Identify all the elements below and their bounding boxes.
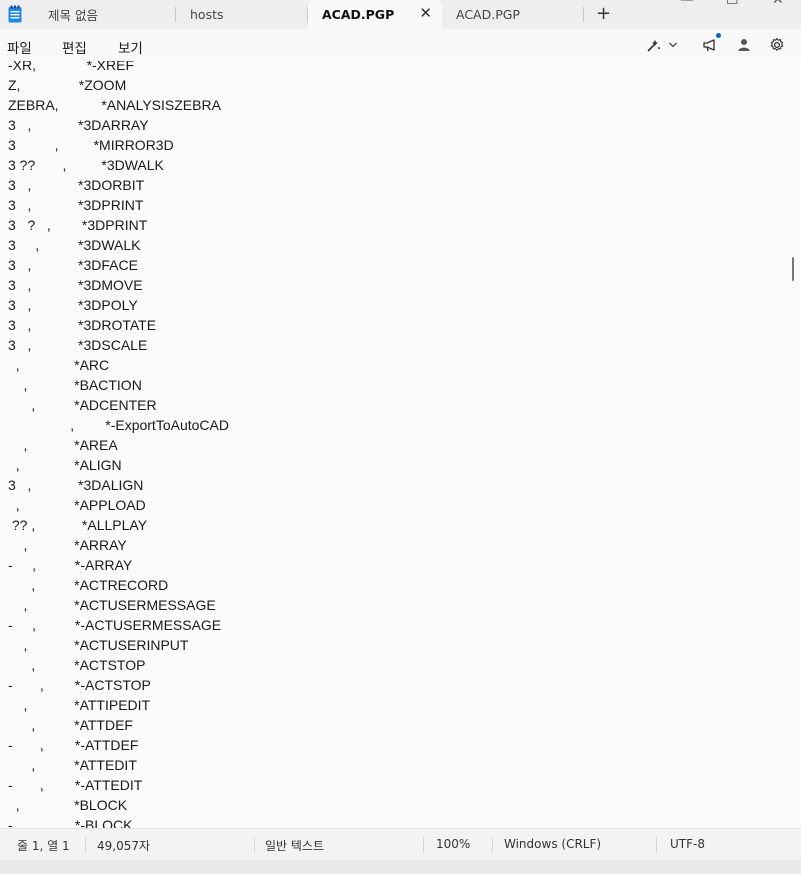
text-line[interactable]: , *ACTUSERMESSAGE [8, 595, 229, 615]
text-line[interactable]: , *BACTION [8, 375, 229, 395]
editor-text[interactable]: -XR, *-XREF Z, *ZOOM ZEBRA, *ANALYSISZEBRA… [8, 61, 229, 828]
text-line[interactable]: , *ARRAY [8, 535, 229, 555]
text-line[interactable]: , *ALIGN [8, 455, 229, 475]
status-divider [492, 837, 493, 853]
window-bottom-edge [0, 860, 801, 874]
tab-label: ACAD.PGP [322, 7, 395, 22]
tab-label: hosts [190, 7, 224, 22]
text-line[interactable]: 3 , *3DFACE [8, 255, 229, 275]
text-line[interactable]: , *-ExportToAutoCAD [8, 415, 229, 435]
encoding[interactable]: UTF-8 [670, 837, 705, 851]
text-line[interactable]: 3 , *3DPOLY [8, 295, 229, 315]
text-line[interactable]: -XR, *-XREF [8, 61, 229, 75]
text-line[interactable]: 3 , *3DMOVE [8, 275, 229, 295]
text-line[interactable]: 3 , *3DARRAY [8, 115, 229, 135]
text-line[interactable]: , *ACTSTOP [8, 655, 229, 675]
gear-icon[interactable] [769, 37, 785, 53]
text-line[interactable]: 3 ? , *3DPRINT [8, 215, 229, 235]
close-window-button[interactable]: ✕ [772, 0, 784, 8]
status-bar: 줄 1, 열 1 49,057자 일반 텍스트 100% Windows (CR… [0, 828, 801, 861]
text-line[interactable]: , *ATTIPEDIT [8, 695, 229, 715]
text-line[interactable]: ZEBRA, *ANALYSISZEBRA [8, 95, 229, 115]
menu-file[interactable]: 파일 [7, 37, 32, 57]
title-bar: 제목 없음 hosts ACAD.PGP ✕ ACAD.PGP + — ☐ ✕ [0, 0, 801, 29]
text-line[interactable]: , *ACTRECORD [8, 575, 229, 595]
text-line[interactable]: - , *-ATTEDIT [8, 775, 229, 795]
text-line[interactable]: 3 , *3DORBIT [8, 175, 229, 195]
tab-acad-pgp[interactable]: ACAD.PGP [442, 0, 584, 29]
tab-hosts[interactable]: hosts [176, 0, 308, 29]
text-line[interactable]: , *ATTEDIT [8, 755, 229, 775]
menu-edit[interactable]: 편집 [62, 37, 87, 57]
status-divider [254, 837, 255, 853]
text-line[interactable]: 3 , *MIRROR3D [8, 135, 229, 155]
text-line[interactable]: ?? , *ALLPLAY [8, 515, 229, 535]
text-line[interactable]: 3 , *3DROTATE [8, 315, 229, 335]
account-icon[interactable] [737, 37, 751, 53]
text-line[interactable]: 3 , *3DALIGN [8, 475, 229, 495]
text-line[interactable]: , *AREA [8, 435, 229, 455]
status-divider [656, 837, 657, 853]
scrollbar-thumb[interactable] [792, 257, 794, 281]
character-count: 49,057자 [97, 839, 151, 853]
new-tab-button[interactable]: + [596, 3, 611, 24]
text-line[interactable]: - , *-ATTDEF [8, 735, 229, 755]
tab-label: 제목 없음 [48, 8, 98, 23]
text-line[interactable]: , *APPLOAD [8, 495, 229, 515]
line-ending[interactable]: Windows (CRLF) [504, 837, 601, 851]
text-line[interactable]: , *ARC [8, 355, 229, 375]
zoom-level[interactable]: 100% [436, 837, 470, 851]
menu-view[interactable]: 보기 [118, 37, 143, 57]
notepad-app-icon [8, 5, 22, 23]
tab-close-icon[interactable]: ✕ [419, 4, 432, 22]
text-line[interactable]: - *-BLOCK [8, 815, 229, 828]
text-line[interactable]: - , *-ARRAY [8, 555, 229, 575]
text-line[interactable]: , *ADCENTER [8, 395, 229, 415]
maximize-button[interactable]: ☐ [726, 0, 739, 8]
menu-bar: 파일 편집 보기 [0, 29, 801, 61]
text-line[interactable]: 3 ?? , *3DWALK [8, 155, 229, 175]
text-line[interactable]: , *BLOCK [8, 795, 229, 815]
text-line[interactable]: - , *-ACTSTOP [8, 675, 229, 695]
text-line[interactable]: Z, *ZOOM [8, 75, 229, 95]
text-line[interactable]: 3 , *3DSCALE [8, 335, 229, 355]
text-line[interactable]: - , *-ACTUSERMESSAGE [8, 615, 229, 635]
text-line[interactable]: , *ACTUSERINPUT [8, 635, 229, 655]
tab-acad-pgp-active[interactable]: ACAD.PGP ✕ [308, 0, 442, 29]
copilot-icon[interactable] [646, 37, 662, 53]
text-line[interactable]: , *ATTDEF [8, 715, 229, 735]
text-line[interactable]: 3 , *3DPRINT [8, 195, 229, 215]
text-editor[interactable]: -XR, *-XREF Z, *ZOOM ZEBRA, *ANALYSISZEBRA… [0, 61, 801, 828]
minimize-button[interactable]: — [680, 0, 694, 8]
status-divider [85, 837, 86, 853]
cursor-position[interactable]: 줄 1, 열 1 [17, 837, 70, 854]
megaphone-icon[interactable] [702, 37, 718, 53]
chevron-down-icon[interactable] [668, 40, 678, 50]
tab-untitled[interactable]: 제목 없음 [34, 0, 176, 29]
document-format: 일반 텍스트 [265, 839, 325, 853]
status-divider [423, 837, 424, 853]
notification-dot-icon [716, 33, 721, 38]
tab-label: ACAD.PGP [456, 7, 520, 22]
text-line[interactable]: 3 , *3DWALK [8, 235, 229, 255]
